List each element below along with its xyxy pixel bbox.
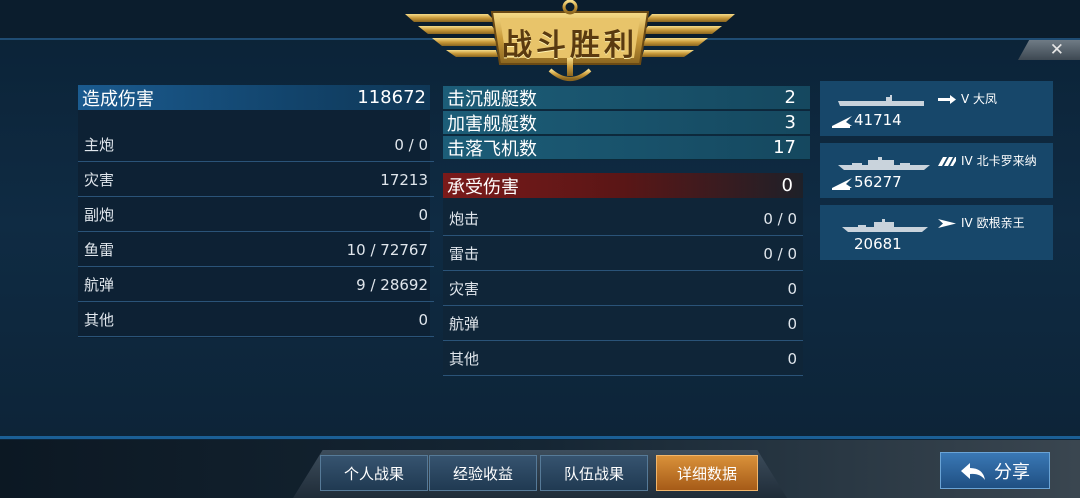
ship-card-prinz-eugen[interactable]: IV 欧根亲王 20681 [820, 205, 1053, 260]
damage-row-label: 主炮 [84, 136, 115, 154]
cruiser-class-icon [938, 219, 956, 228]
aircraft-icon [832, 116, 852, 128]
taken-row-label: 炮击 [449, 210, 480, 228]
ship-damage: 41714 [854, 111, 902, 129]
ship-tier: V [961, 92, 970, 106]
taken-row: 其他 0 [443, 342, 803, 376]
ship-tier-line: IV 北卡罗来纳 [938, 152, 1037, 169]
damage-row: 航弹 9 / 28692 [78, 268, 434, 302]
carrier-silhouette-icon [838, 95, 924, 106]
victory-title: 战斗胜利 [502, 28, 638, 63]
tab-experience[interactable]: 经验收益 [429, 455, 537, 491]
damage-dealt-label: 造成伤害 [82, 88, 154, 110]
damage-row: 其他 0 [78, 303, 434, 337]
taken-row-value: 0 / 0 [763, 244, 797, 263]
damage-row-value: 0 [418, 205, 428, 224]
tab-label: 经验收益 [452, 464, 513, 483]
ship-tier-line: V 大凤 [938, 90, 997, 107]
carrier-class-icon [938, 95, 956, 104]
share-label: 分享 [994, 461, 1030, 483]
taken-row-label: 雷击 [449, 245, 480, 263]
battleship-silhouette-icon [838, 157, 930, 170]
damage-row-label: 副炮 [84, 206, 115, 224]
damage-row-value: 0 / 0 [394, 135, 428, 154]
taken-row-value: 0 / 0 [763, 209, 797, 228]
combat-row-label: 击沉舰艇数 [447, 88, 537, 110]
share-arrow-icon [961, 462, 985, 480]
tab-detailed-data[interactable]: 详细数据 [656, 455, 758, 491]
damage-row-label: 航弹 [84, 276, 115, 294]
combat-row: 加害舰艇数 3 [443, 111, 810, 135]
taken-row: 雷击 0 / 0 [443, 237, 803, 271]
damage-taken-header: 承受伤害 0 [443, 173, 803, 198]
ship-card-taiho[interactable]: V 大凤 41714 [820, 81, 1053, 136]
taken-row: 航弹 0 [443, 307, 803, 341]
tab-label: 个人战果 [343, 464, 404, 483]
taken-row-label: 其他 [449, 350, 480, 368]
damage-row-label: 灾害 [84, 171, 115, 189]
damage-row: 鱼雷 10 / 72767 [78, 233, 434, 267]
damage-row: 灾害 17213 [78, 163, 434, 197]
bottom-divider [0, 436, 1080, 439]
ship-name: 大凤 [973, 92, 998, 106]
combat-row-value: 2 [784, 87, 796, 108]
taken-row-value: 0 [787, 314, 797, 333]
ship-tier: IV [961, 154, 973, 168]
damage-row-label: 鱼雷 [84, 241, 115, 259]
damage-row-value: 0 [418, 310, 428, 329]
combat-row-value: 17 [773, 137, 796, 158]
close-button[interactable]: ✕ [1018, 40, 1080, 60]
tab-label: 队伍战果 [563, 464, 624, 483]
damage-row-label: 其他 [84, 311, 115, 329]
ship-tier-line: IV 欧根亲王 [938, 214, 1025, 231]
taken-row-value: 0 [787, 349, 797, 368]
damage-row-value: 17213 [380, 170, 428, 189]
share-button[interactable]: 分享 [940, 452, 1050, 489]
tab-team-results[interactable]: 队伍战果 [540, 455, 648, 491]
combat-row: 击落飞机数 17 [443, 136, 810, 160]
taken-row: 炮击 0 / 0 [443, 202, 803, 236]
taken-row-label: 灾害 [449, 280, 480, 298]
damage-row: 副炮 0 [78, 198, 434, 232]
damage-dealt-header: 造成伤害 118672 [78, 85, 430, 110]
ship-name: 北卡罗来纳 [976, 154, 1037, 168]
victory-banner: 战斗胜利 [400, 0, 740, 86]
damage-dealt-total: 118672 [357, 87, 426, 108]
battleship-class-icon [938, 157, 956, 166]
taken-row: 灾害 0 [443, 272, 803, 306]
damage-taken-total: 0 [781, 175, 793, 196]
damage-row-value: 10 / 72767 [346, 240, 428, 259]
damage-row-value: 9 / 28692 [356, 275, 428, 294]
ship-damage: 56277 [854, 173, 902, 191]
tab-personal-results[interactable]: 个人战果 [320, 455, 428, 491]
aircraft-icon [832, 178, 852, 190]
ship-card-north-carolina[interactable]: IV 北卡罗来纳 56277 [820, 143, 1053, 198]
tab-label: 详细数据 [676, 464, 737, 483]
combat-row: 击沉舰艇数 2 [443, 86, 810, 110]
taken-row-label: 航弹 [449, 315, 480, 333]
combat-row-value: 3 [784, 112, 796, 133]
combat-row-label: 击落飞机数 [447, 138, 537, 160]
ship-tier: IV [961, 216, 973, 230]
cruiser-silhouette-icon [842, 219, 928, 232]
combat-row-label: 加害舰艇数 [447, 113, 537, 135]
taken-row-value: 0 [787, 279, 797, 298]
damage-row: 主炮 0 / 0 [78, 128, 434, 162]
ship-name: 欧根亲王 [976, 216, 1025, 230]
damage-taken-label: 承受伤害 [447, 176, 519, 198]
ship-damage: 20681 [854, 235, 902, 253]
close-icon: ✕ [1049, 40, 1064, 60]
